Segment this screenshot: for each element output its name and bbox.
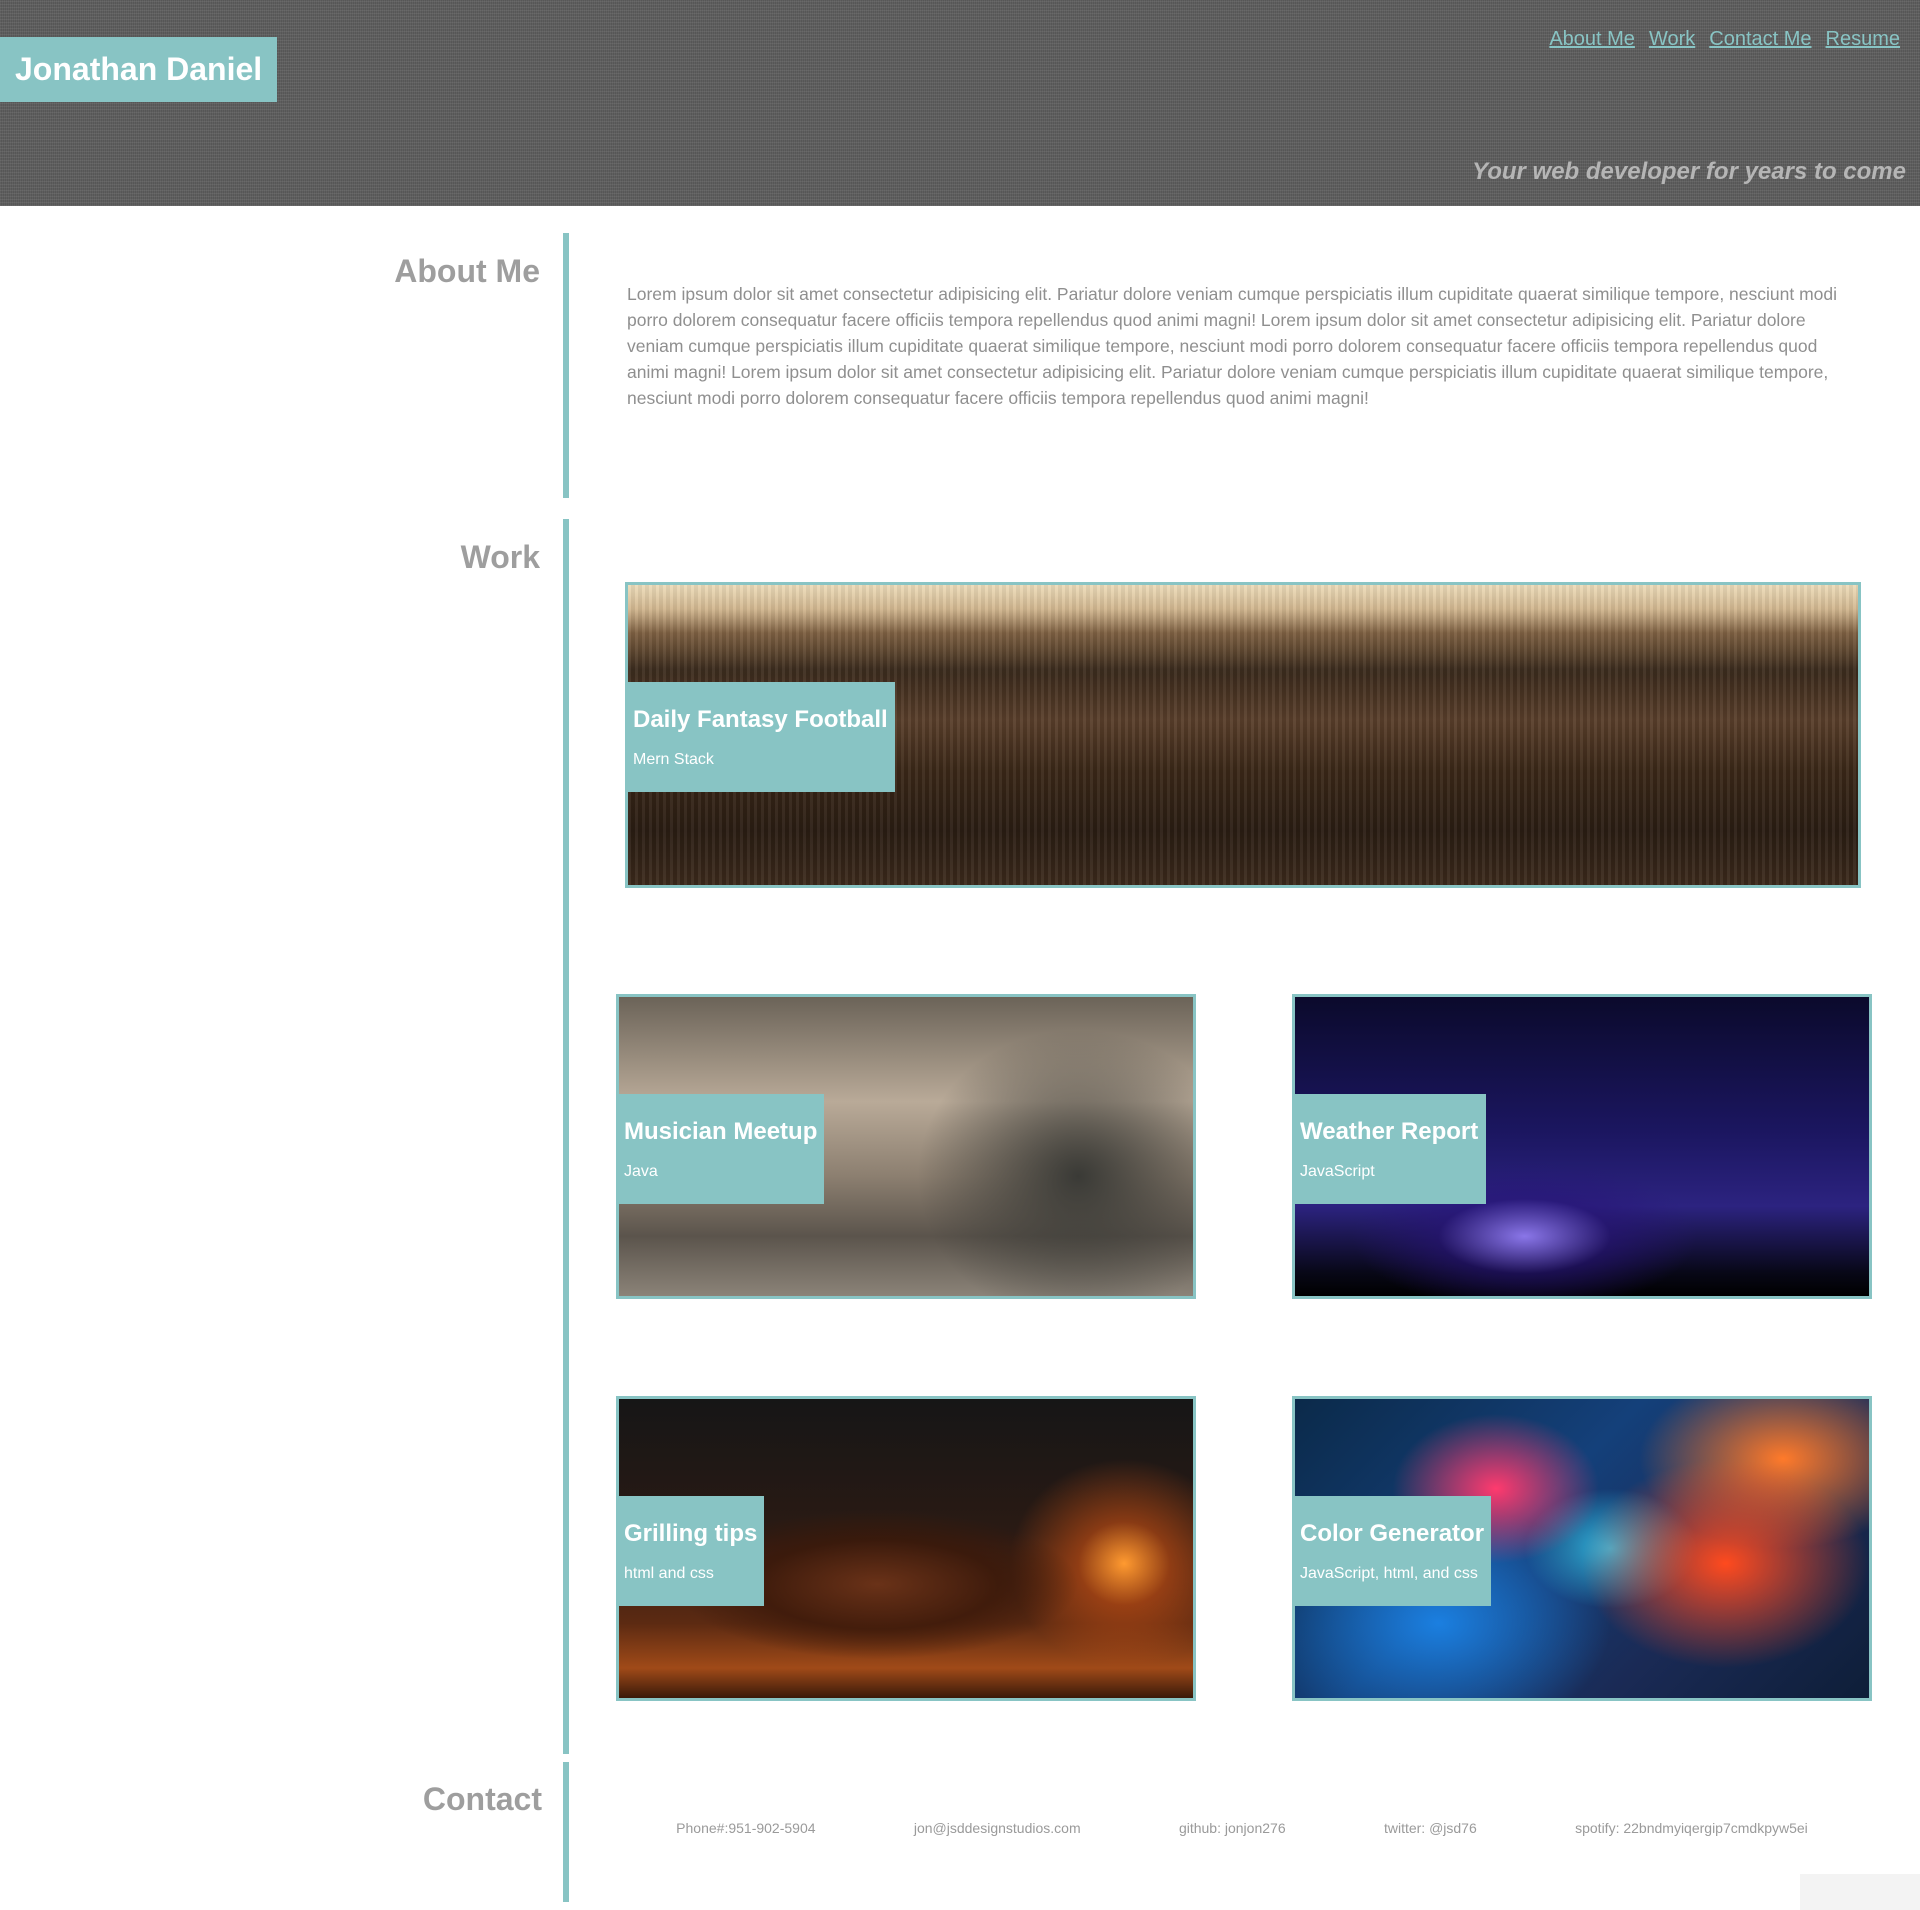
nav-link-work[interactable]: Work (1649, 28, 1695, 51)
corner-overlay (1800, 1874, 1920, 1910)
project-card-fantasy-football[interactable]: Daily Fantasy Football Mern Stack (625, 582, 1861, 888)
project-tech: html and css (624, 1565, 714, 1582)
contact-phone: Phone#:951-902-5904 (676, 1820, 816, 1836)
nav-link-about[interactable]: About Me (1549, 28, 1635, 51)
contact-heading: Contact (422, 1781, 542, 1817)
work-heading: Work (460, 539, 540, 575)
project-label: Grilling tips html and css (619, 1496, 764, 1606)
about-heading: About Me (394, 253, 540, 289)
project-title: Daily Fantasy Football (633, 706, 888, 733)
project-card-grilling-tips[interactable]: Grilling tips html and css (616, 1396, 1196, 1701)
contact-github[interactable]: github: jonjon276 (1179, 1820, 1286, 1836)
project-label: Weather Report JavaScript (1295, 1094, 1486, 1204)
site-header: Jonathan Daniel About Me Work Contact Me… (0, 0, 1920, 206)
project-title: Color Generator (1300, 1520, 1485, 1547)
contact-twitter[interactable]: twitter: @jsd76 (1384, 1820, 1477, 1836)
project-title: Grilling tips (624, 1520, 758, 1547)
main-nav: About Me Work Contact Me Resume (1535, 28, 1900, 51)
project-card-color-generator[interactable]: Color Generator JavaScript, html, and cs… (1292, 1396, 1872, 1701)
contact-list: Phone#:951-902-5904 jon@jsddesignstudios… (627, 1820, 1857, 1836)
work-divider (563, 519, 569, 1754)
project-label: Color Generator JavaScript, html, and cs… (1295, 1496, 1491, 1606)
project-tech: JavaScript, html, and css (1300, 1565, 1478, 1582)
nav-link-resume[interactable]: Resume (1826, 28, 1900, 51)
contact-email[interactable]: jon@jsddesignstudios.com (914, 1820, 1081, 1836)
project-card-musician-meetup[interactable]: Musician Meetup Java (616, 994, 1196, 1299)
site-brand[interactable]: Jonathan Daniel (0, 37, 278, 102)
project-title: Musician Meetup (624, 1118, 818, 1145)
project-label: Musician Meetup Java (619, 1094, 824, 1204)
project-tech: Java (624, 1163, 658, 1180)
project-tech: Mern Stack (633, 751, 714, 768)
about-divider (563, 233, 569, 498)
contact-spotify[interactable]: spotify: 22bndmyiqergip7cmdkpyw5ei (1575, 1820, 1808, 1836)
about-text: Lorem ipsum dolor sit amet consectetur a… (627, 284, 1838, 408)
project-tech: JavaScript (1300, 1163, 1375, 1180)
contact-divider (563, 1762, 569, 1902)
tagline: Your web developer for years to come (1472, 158, 1906, 185)
project-card-weather-report[interactable]: Weather Report JavaScript (1292, 994, 1872, 1299)
project-label: Daily Fantasy Football Mern Stack (628, 682, 895, 792)
nav-link-contact[interactable]: Contact Me (1709, 28, 1811, 51)
project-title: Weather Report (1300, 1118, 1479, 1145)
